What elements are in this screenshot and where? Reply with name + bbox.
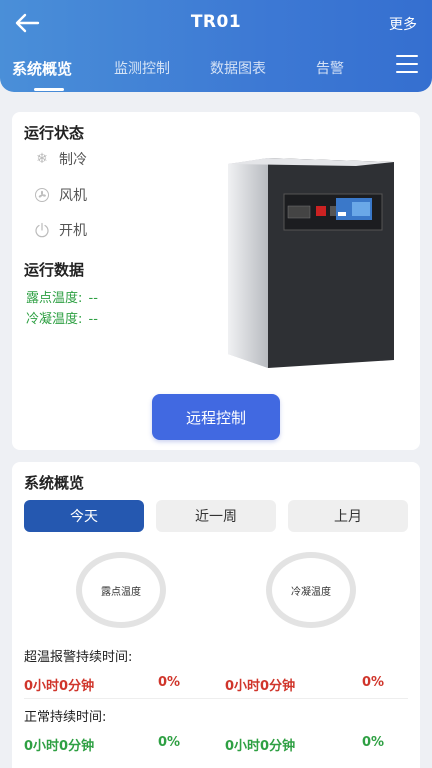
condense-temp-row: 冷凝温度: -- bbox=[24, 308, 98, 327]
remote-control-button[interactable]: 远程控制 bbox=[152, 394, 280, 440]
normal-percent-1: 0% bbox=[158, 735, 181, 750]
tab-monitor-control[interactable]: 监测控制 bbox=[114, 58, 170, 78]
period-last-month-button[interactable]: 上月 bbox=[288, 500, 408, 532]
row-divider bbox=[24, 698, 408, 699]
tab-overview[interactable]: 系统概览 bbox=[12, 58, 72, 79]
device-image bbox=[224, 156, 400, 370]
over-temp-percent-2: 0% bbox=[362, 675, 385, 690]
over-temp-duration-1: 0小时0分钟 bbox=[24, 679, 95, 694]
condense-temp-value: -- bbox=[88, 312, 98, 327]
more-button[interactable]: 更多 bbox=[389, 14, 417, 34]
period-today-button[interactable]: 今天 bbox=[24, 500, 144, 532]
condense-temp-label: 冷凝温度: bbox=[26, 312, 83, 327]
active-tab-indicator bbox=[34, 88, 64, 91]
overview-section-title: 系统概览 bbox=[24, 474, 85, 492]
tab-bar: 系统概览 监测控制 数据图表 告警 bbox=[0, 58, 432, 91]
tab-alarms[interactable]: 告警 bbox=[316, 58, 344, 78]
period-week-button[interactable]: 近一周 bbox=[156, 500, 276, 532]
overview-card: 系统概览 今天 近一周 上月 露点温度 冷凝温度 超温报警持续时间: 0小时0分… bbox=[12, 462, 420, 768]
snowflake-icon: ❄ bbox=[36, 151, 48, 167]
fan-icon bbox=[34, 187, 50, 203]
tab-data-charts[interactable]: 数据图表 bbox=[210, 58, 266, 78]
dew-point-gauge: 露点温度 bbox=[76, 552, 166, 628]
status-power-label: 开机 bbox=[59, 223, 87, 239]
normal-duration-2: 0小时0分钟 bbox=[225, 739, 296, 754]
condense-temp-gauge-label: 冷凝温度 bbox=[291, 586, 331, 598]
dew-point-row: 露点温度: -- bbox=[24, 287, 98, 306]
status-power: 开机 bbox=[34, 220, 87, 240]
app-bar: TR01 更多 系统概览 监测控制 数据图表 告警 bbox=[0, 0, 432, 92]
power-icon bbox=[34, 222, 50, 238]
status-section-title: 运行状态 bbox=[24, 124, 85, 142]
data-section-title: 运行数据 bbox=[24, 261, 85, 279]
status-cooling-label: 制冷 bbox=[59, 152, 87, 168]
status-fan: 风机 bbox=[34, 185, 87, 205]
over-temp-percent-1: 0% bbox=[158, 675, 181, 690]
status-fan-label: 风机 bbox=[59, 188, 87, 204]
dew-point-label: 露点温度: bbox=[26, 291, 83, 306]
over-temp-duration-2: 0小时0分钟 bbox=[225, 679, 296, 694]
page-title: TR01 bbox=[190, 12, 242, 32]
normal-duration-label: 正常持续时间: bbox=[24, 710, 107, 725]
normal-duration-1: 0小时0分钟 bbox=[24, 739, 95, 754]
status-cooling: ❄ 制冷 bbox=[34, 149, 87, 169]
hamburger-menu-icon[interactable] bbox=[396, 55, 418, 75]
status-card: 运行状态 ❄ 制冷 风机 开机 运行数据 露点温度: -- 冷凝温度: -- 远… bbox=[12, 112, 420, 450]
normal-percent-2: 0% bbox=[362, 735, 385, 750]
condense-temp-gauge: 冷凝温度 bbox=[266, 552, 356, 628]
dew-point-gauge-label: 露点温度 bbox=[101, 586, 141, 598]
dew-point-value: -- bbox=[88, 291, 98, 306]
over-temp-duration-label: 超温报警持续时间: bbox=[24, 650, 133, 665]
